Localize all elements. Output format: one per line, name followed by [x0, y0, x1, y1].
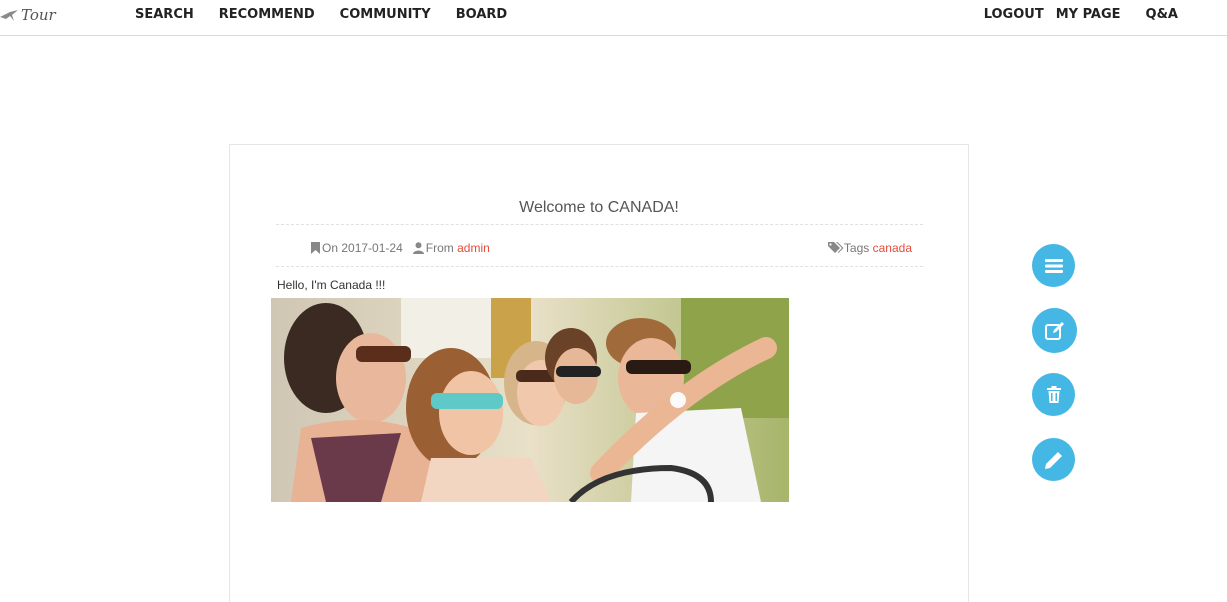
nav-right: LOGOUT MY PAGE Q&A — [984, 0, 1227, 28]
bookmark-icon — [311, 242, 320, 254]
pencil-icon — [1044, 451, 1062, 469]
photo-of-friends-icon — [271, 298, 789, 502]
post-meta-right: Tags canada — [827, 241, 912, 255]
tags-prefix: Tags — [843, 241, 870, 255]
list-icon — [1044, 258, 1063, 273]
post-date: 2017-01-24 — [341, 241, 403, 255]
list-button[interactable] — [1032, 244, 1075, 287]
nav-search[interactable]: SEARCH — [135, 7, 194, 22]
post-card: Welcome to CANADA! On 2017-01-24 From ad… — [229, 144, 969, 602]
post-image — [271, 298, 789, 502]
nav-community[interactable]: COMMUNITY — [340, 7, 431, 22]
tags-icon — [827, 242, 844, 253]
nav-my-page[interactable]: MY PAGE — [1056, 7, 1121, 22]
top-navbar: Tour SEARCH RECOMMEND COMMUNITY BOARD LO… — [0, 0, 1227, 36]
nav-qa[interactable]: Q&A — [1146, 7, 1178, 22]
write-button[interactable] — [1032, 438, 1075, 481]
post-meta-left: On 2017-01-24 From admin — [311, 241, 490, 255]
author-link[interactable]: admin — [457, 241, 490, 255]
plane-logo-icon — [0, 10, 18, 21]
post-meta: On 2017-01-24 From admin Tags canada — [276, 224, 923, 267]
brand-name: Tour — [21, 6, 56, 24]
post-title: Welcome to CANADA! — [519, 199, 679, 216]
nav-left: SEARCH RECOMMEND COMMUNITY BOARD — [135, 0, 532, 28]
post-body: Hello, I'm Canada !!! — [277, 278, 386, 292]
user-icon — [412, 242, 424, 254]
nav-logout[interactable]: LOGOUT — [984, 7, 1044, 22]
trash-icon — [1046, 386, 1061, 403]
edit-icon — [1044, 321, 1064, 340]
author-prefix: From — [425, 241, 454, 255]
delete-button[interactable] — [1032, 373, 1075, 416]
tag-link[interactable]: canada — [873, 241, 912, 255]
logo[interactable]: Tour — [0, 4, 56, 26]
edit-button[interactable] — [1032, 308, 1077, 353]
date-prefix: On — [322, 241, 339, 255]
nav-recommend[interactable]: RECOMMEND — [219, 7, 315, 22]
nav-board[interactable]: BOARD — [456, 7, 507, 22]
